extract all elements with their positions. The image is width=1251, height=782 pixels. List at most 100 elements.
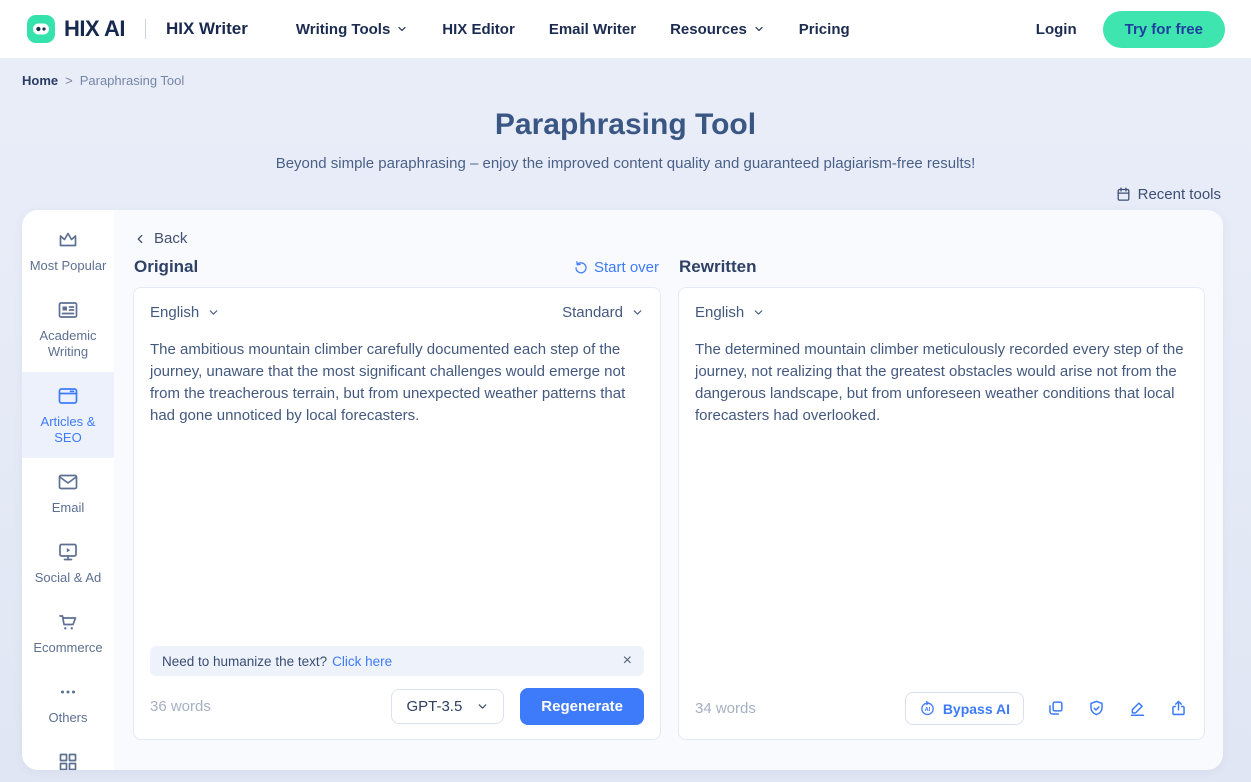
nav-item-label: Pricing xyxy=(799,21,850,38)
regenerate-button[interactable]: Regenerate xyxy=(520,688,644,725)
hix-ai-logo-icon xyxy=(26,14,56,44)
chevron-left-icon xyxy=(133,232,147,246)
original-column: Original Start over English xyxy=(133,257,661,740)
rewritten-column: Rewritten English The determined mountai… xyxy=(678,257,1205,740)
original-header: Original Start over xyxy=(133,257,661,287)
original-panel: English Standard The ambitious mountain … xyxy=(133,287,661,740)
humanize-banner-text: Need to humanize the text? xyxy=(162,654,327,669)
original-word-count: 36 words xyxy=(150,698,211,715)
sidebar-item-label: Most Popular xyxy=(30,258,107,274)
shield-check-icon[interactable] xyxy=(1087,699,1106,718)
nav-item-resources[interactable]: Resources xyxy=(670,21,765,38)
sidebar-item-label: Social & Ad xyxy=(35,570,102,586)
browser-icon xyxy=(56,384,80,408)
sidebar-item-label: Articles & SEO xyxy=(26,414,110,446)
original-heading: Original xyxy=(134,257,198,277)
rewritten-text-area: The determined mountain climber meticulo… xyxy=(695,339,1188,427)
nav-item-pricing[interactable]: Pricing xyxy=(799,21,850,38)
sidebar-item-articles-seo[interactable]: Articles & SEO xyxy=(22,372,114,458)
humanize-banner: Need to humanize the text? Click here × xyxy=(150,646,644,676)
tool-content: Back Original Start over xyxy=(114,210,1223,770)
recent-tools-row: Recent tools xyxy=(0,172,1251,203)
hero: Paraphrasing Tool Beyond simple paraphra… xyxy=(0,108,1251,172)
sidebar-item-label: Others xyxy=(48,710,87,726)
sidebar-item-ecommerce[interactable]: Ecommerce xyxy=(22,598,114,668)
category-sidebar: Most Popular Academic Writing Articles &… xyxy=(22,210,114,770)
ellipsis-icon xyxy=(56,680,80,704)
rewritten-word-count: 34 words xyxy=(695,700,756,717)
bypass-ai-button[interactable]: AI Bypass AI xyxy=(905,692,1024,725)
rewritten-panel-toolbar: English xyxy=(695,302,1188,325)
sidebar-item-email[interactable]: Email xyxy=(22,458,114,528)
nav-links: Writing Tools HIX Editor Email Writer Re… xyxy=(296,21,850,38)
recent-tools-label: Recent tools xyxy=(1138,186,1221,203)
sidebar-item-label: Email xyxy=(52,500,85,516)
breadcrumb-current: Paraphrasing Tool xyxy=(80,73,185,88)
nav-item-label: Writing Tools xyxy=(296,21,390,38)
refresh-icon xyxy=(573,260,588,275)
chevron-down-icon xyxy=(476,700,489,713)
top-navbar: HIX AI HIX Writer Writing Tools HIX Edit… xyxy=(0,0,1251,58)
sidebar-item-label: Ecommerce xyxy=(33,640,102,656)
chevron-down-icon xyxy=(207,306,220,319)
rewritten-header: Rewritten xyxy=(678,257,1205,287)
original-panel-spacer xyxy=(150,427,644,646)
brand-divider xyxy=(145,19,146,39)
rewritten-heading: Rewritten xyxy=(679,257,756,277)
editor-columns: Original Start over English xyxy=(133,257,1205,740)
back-button[interactable]: Back xyxy=(133,226,1205,257)
paraphrase-mode-value: Standard xyxy=(562,304,623,321)
copy-icon[interactable] xyxy=(1046,699,1065,718)
sidebar-item-most-popular[interactable]: Most Popular xyxy=(22,216,114,286)
rewritten-actions: AI Bypass AI xyxy=(905,692,1188,725)
rewritten-language-value: English xyxy=(695,304,744,321)
product-name[interactable]: HIX Writer xyxy=(166,19,248,39)
paraphrase-mode-select[interactable]: Standard xyxy=(562,304,644,321)
rewritten-bottom-bar: 34 words AI Bypass AI xyxy=(695,692,1188,725)
envelope-icon xyxy=(56,470,80,494)
grid-icon xyxy=(56,750,80,770)
sidebar-item-label: Academic Writing xyxy=(26,328,110,360)
brand-name: HIX AI xyxy=(64,16,125,42)
humanize-click-here-link[interactable]: Click here xyxy=(332,654,392,669)
monitor-play-icon xyxy=(56,540,80,564)
original-language-select[interactable]: English xyxy=(150,304,220,321)
sidebar-item-academic-writing[interactable]: Academic Writing xyxy=(22,286,114,372)
rewritten-panel-spacer xyxy=(695,427,1188,692)
export-icon[interactable] xyxy=(1169,699,1188,718)
login-link[interactable]: Login xyxy=(1036,21,1077,38)
recent-tools-button[interactable]: Recent tools xyxy=(1115,186,1221,203)
start-over-label: Start over xyxy=(594,259,659,276)
rewritten-panel: English The determined mountain climber … xyxy=(678,287,1205,740)
original-language-value: English xyxy=(150,304,199,321)
nav-item-label: Resources xyxy=(670,21,747,38)
sidebar-item-others[interactable]: Others xyxy=(22,668,114,738)
nav-item-label: HIX Editor xyxy=(442,21,515,38)
svg-text:AI: AI xyxy=(924,707,930,713)
sidebar-item-social-ad[interactable]: Social & Ad xyxy=(22,528,114,598)
sidebar-item-all[interactable]: All xyxy=(22,738,114,770)
nav-item-hix-editor[interactable]: HIX Editor xyxy=(442,21,515,38)
start-over-button[interactable]: Start over xyxy=(573,259,659,276)
bypass-ai-label: Bypass AI xyxy=(943,701,1010,717)
chevron-down-icon xyxy=(752,306,765,319)
nav-item-writing-tools[interactable]: Writing Tools xyxy=(296,21,408,38)
cart-icon xyxy=(56,610,80,634)
page-subtitle: Beyond simple paraphrasing – enjoy the i… xyxy=(0,155,1251,172)
breadcrumb-home-link[interactable]: Home xyxy=(22,73,58,88)
bypass-ai-icon: AI xyxy=(919,700,936,717)
original-text-area[interactable]: The ambitious mountain climber carefully… xyxy=(150,339,644,427)
original-bottom-bar: 36 words GPT-3.5 Regenerate xyxy=(150,688,644,725)
chevron-down-icon xyxy=(396,23,408,35)
try-for-free-button[interactable]: Try for free xyxy=(1103,11,1225,48)
brand-logo[interactable]: HIX AI HIX Writer xyxy=(26,14,248,44)
edit-icon[interactable] xyxy=(1128,699,1147,718)
nav-item-email-writer[interactable]: Email Writer xyxy=(549,21,636,38)
original-panel-toolbar: English Standard xyxy=(150,302,644,325)
rewritten-language-select[interactable]: English xyxy=(695,304,765,321)
crown-icon xyxy=(56,228,80,252)
back-label: Back xyxy=(154,230,187,247)
model-select[interactable]: GPT-3.5 xyxy=(391,689,504,724)
close-icon[interactable]: × xyxy=(623,653,632,669)
nav-item-label: Email Writer xyxy=(549,21,636,38)
